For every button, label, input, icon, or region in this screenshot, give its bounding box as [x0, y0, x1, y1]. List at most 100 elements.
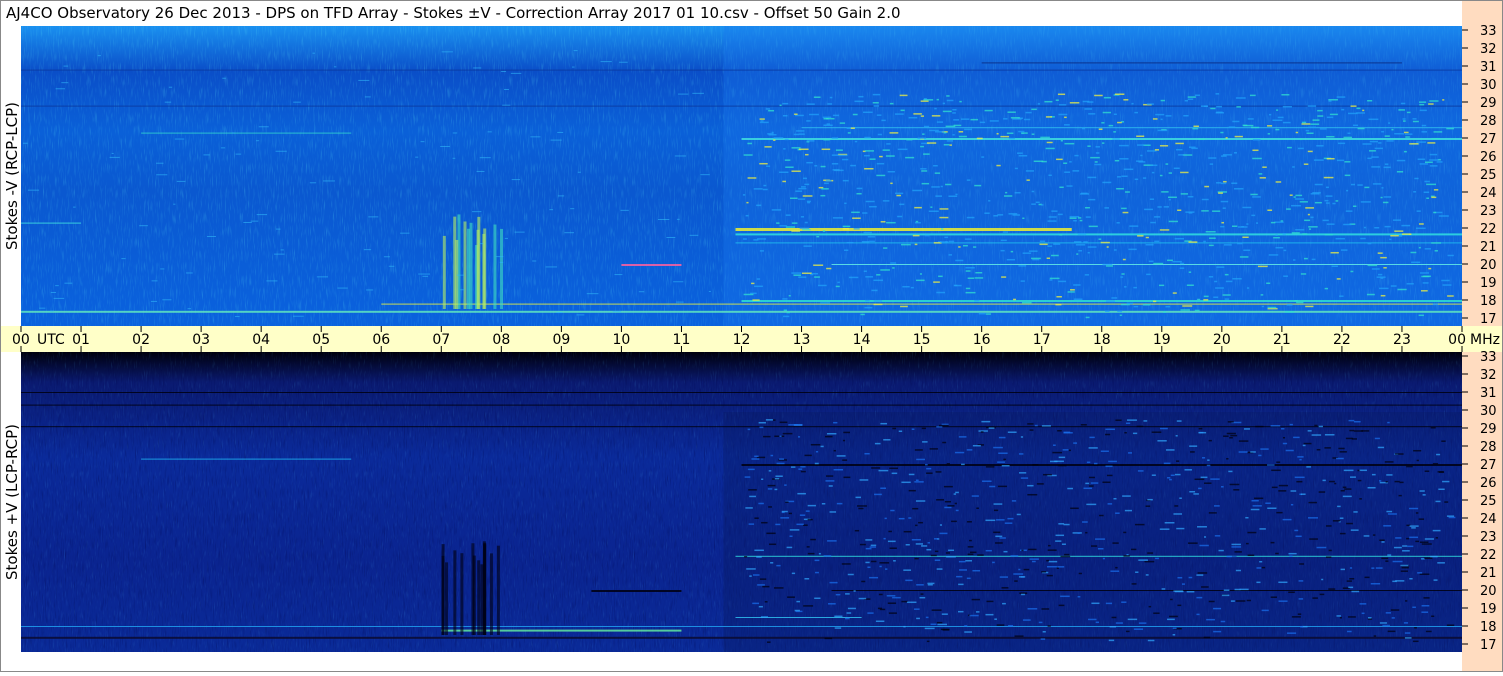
signal-speck — [1324, 287, 1329, 290]
signal-speck — [1181, 583, 1185, 585]
signal-speck — [1250, 508, 1260, 511]
signal-speck — [1400, 570, 1408, 572]
signal-speck — [964, 631, 972, 633]
signal-speck — [1300, 625, 1304, 628]
signal-speck — [63, 65, 69, 67]
signal-speck — [842, 439, 846, 442]
signal-speck — [1176, 527, 1185, 530]
signal-speck — [1337, 142, 1346, 145]
signal-speck — [1410, 251, 1417, 254]
signal-speck — [1406, 537, 1410, 540]
signal-speck — [831, 137, 839, 139]
signal-speck — [388, 265, 395, 267]
burst-streak — [442, 235, 446, 309]
signal-speck — [487, 131, 492, 133]
signal-speck — [852, 217, 861, 219]
signal-speck — [1104, 310, 1110, 313]
signal-speck — [797, 492, 806, 495]
signal-speck — [1008, 213, 1018, 215]
signal-speck — [955, 491, 959, 494]
signal-speck — [1391, 617, 1395, 619]
signal-speck — [1367, 264, 1378, 267]
signal-speck — [1041, 571, 1047, 573]
signal-speck — [1134, 523, 1145, 526]
signal-speck — [666, 237, 676, 239]
signal-speck — [1203, 636, 1211, 639]
signal-speck — [1167, 196, 1177, 199]
time-tick-label: 12 — [733, 332, 751, 348]
signal-speck — [1325, 525, 1332, 527]
signal-speck — [774, 477, 780, 480]
signal-speck — [1216, 111, 1223, 114]
signal-speck — [1418, 314, 1424, 317]
signal-speck — [994, 618, 997, 620]
signal-speck — [1105, 465, 1113, 468]
signal-speck — [1387, 513, 1397, 515]
signal-speck — [919, 273, 922, 275]
signal-speck — [766, 532, 776, 535]
signal-speck — [1356, 107, 1361, 110]
signal-speck — [858, 597, 867, 600]
signal-speck — [842, 228, 849, 230]
stokes-plus-v-panel — [21, 352, 1462, 652]
signal-speck — [1064, 116, 1067, 119]
signal-speck — [1046, 565, 1057, 568]
signal-speck — [834, 169, 844, 172]
signal-speck — [1436, 161, 1443, 163]
signal-speck — [951, 520, 957, 523]
signal-speck — [1153, 612, 1160, 614]
signal-speck — [1010, 250, 1014, 253]
signal-speck — [1067, 487, 1073, 490]
signal-speck — [754, 549, 764, 552]
signal-speck — [1289, 194, 1293, 196]
signal-speck — [1176, 148, 1183, 151]
signal-speck — [187, 308, 192, 310]
signal-speck — [996, 519, 1005, 521]
signal-speck — [976, 137, 983, 140]
signal-speck — [744, 476, 751, 478]
signal-speck — [1198, 431, 1207, 434]
signal-speck — [879, 155, 883, 158]
signal-speck — [862, 212, 868, 214]
signal-speck — [921, 182, 930, 185]
signal-speck — [955, 193, 958, 196]
signal-speck — [881, 119, 886, 122]
signal-speck — [1220, 200, 1229, 203]
signal-speck — [1282, 106, 1292, 108]
signal-speck — [673, 281, 684, 283]
signal-speck — [1123, 99, 1129, 101]
signal-speck — [920, 593, 924, 595]
rfi-line — [831, 590, 1462, 591]
signal-speck — [836, 502, 843, 505]
signal-speck — [865, 299, 870, 302]
signal-speck — [1281, 428, 1285, 430]
signal-speck — [863, 231, 872, 234]
signal-speck — [876, 274, 881, 276]
signal-speck — [831, 163, 839, 165]
signal-speck — [796, 523, 804, 526]
signal-speck — [916, 584, 924, 586]
signal-speck — [1088, 447, 1098, 449]
signal-speck — [758, 605, 763, 608]
signal-speck — [1285, 449, 1294, 452]
signal-speck — [1064, 124, 1070, 126]
signal-speck — [934, 550, 939, 553]
signal-speck — [873, 105, 880, 107]
signal-speck — [844, 617, 850, 620]
signal-speck — [1352, 124, 1359, 127]
signal-speck — [890, 182, 893, 185]
signal-speck — [1058, 464, 1067, 467]
signal-speck — [1442, 99, 1445, 101]
signal-speck — [867, 236, 876, 238]
signal-speck — [1060, 595, 1070, 598]
freq-tick-label: 19 — [1480, 602, 1497, 617]
signal-speck — [1018, 265, 1027, 267]
signal-speck — [1433, 131, 1443, 133]
rfi-line — [261, 132, 352, 134]
signal-speck — [779, 421, 788, 424]
signal-speck — [839, 122, 846, 124]
signal-speck — [1398, 494, 1402, 497]
signal-speck — [1270, 221, 1276, 224]
signal-speck — [783, 309, 787, 312]
signal-speck — [920, 145, 924, 148]
